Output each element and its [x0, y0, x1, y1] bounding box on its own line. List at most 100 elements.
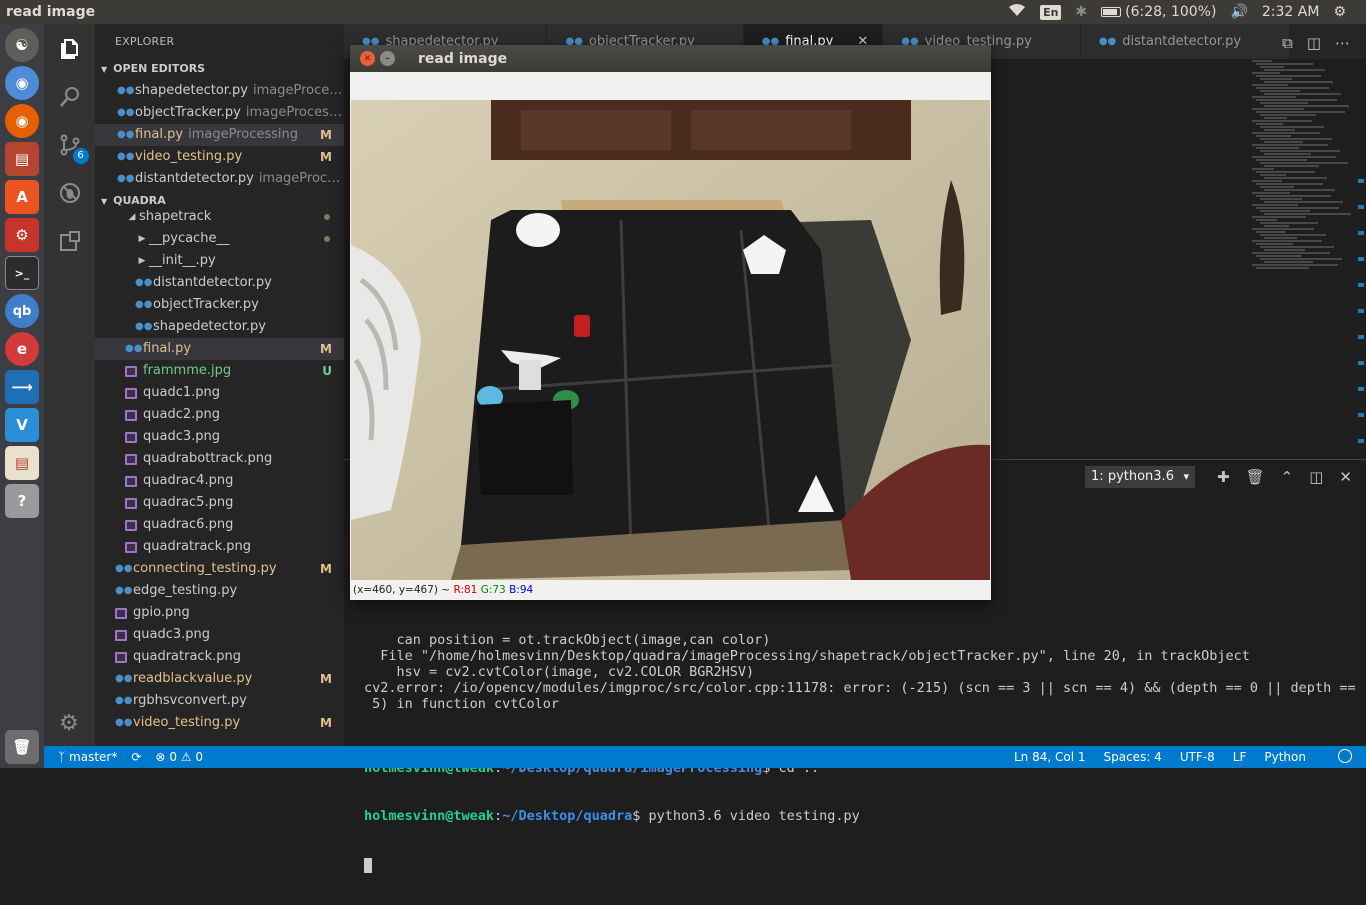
trash-icon[interactable]: 🗑 [5, 730, 39, 764]
file-tree-item[interactable]: ●● video_testing.py M [95, 712, 344, 734]
ubuntu-dash-icon[interactable]: ☯ [5, 28, 39, 62]
open-editors-header[interactable]: ▼ OPEN EDITORS [95, 58, 344, 80]
file-tree-item[interactable]: quadc3.png [95, 426, 344, 448]
file-tree-item[interactable]: gpio.png [95, 602, 344, 624]
window-close-button[interactable]: ✕ [360, 51, 375, 66]
python-file-icon: ●● [115, 673, 133, 684]
vscode-icon[interactable]: ⟶ [5, 370, 39, 404]
file-tree-item[interactable]: quadrac4.png [95, 470, 344, 492]
manage-gear-icon[interactable]: ⚙ [56, 710, 82, 736]
chevron-up-icon[interactable]: ⌃ [1281, 468, 1294, 486]
toggle-panel-icon[interactable]: ◫ [1309, 468, 1323, 486]
terminal-icon[interactable]: >_ [5, 256, 39, 290]
encoding[interactable]: UTF-8 [1180, 750, 1215, 764]
firefox-icon[interactable]: ◉ [5, 104, 39, 138]
file-tree-item[interactable]: ▶ __pycache__ [95, 228, 344, 250]
end-of-line[interactable]: LF [1233, 750, 1247, 764]
open-editor-item[interactable]: ●●shapedetector.py imageProcess... [95, 80, 344, 102]
file-tree-item[interactable]: frammme.jpg U [95, 360, 344, 382]
file-tree-item[interactable]: ●● objectTracker.py [95, 294, 344, 316]
window-minimize-button[interactable]: – [380, 51, 395, 66]
file-tree-item[interactable]: quadc3.png [95, 624, 344, 646]
window-titlebar[interactable]: ✕ – read image [350, 45, 991, 72]
trash-icon[interactable]: 🗑 [1246, 468, 1265, 486]
open-editor-item[interactable]: ●● video_testing.py M [95, 146, 344, 168]
system-settings-icon[interactable]: ⚙ [5, 218, 39, 252]
open-changes-icon[interactable]: ⧉ [1282, 34, 1293, 52]
unity-launcher: ☯ ◉ ◉ ▤ A ⚙ >_ qb e ⟶ V ▤ ? 🗑 [0, 24, 44, 768]
bluetooth-icon[interactable]: ✱ [1075, 4, 1087, 20]
open-editor-filename: shapedetector.py [135, 83, 249, 98]
minimap[interactable] [1252, 59, 1352, 299]
files-icon[interactable]: ▤ [5, 142, 39, 176]
file-tree-item[interactable]: quadrac5.png [95, 492, 344, 514]
file-name: quadratrack.png [133, 649, 241, 664]
extensions-icon[interactable] [57, 228, 83, 254]
file-tree-item[interactable]: quadc1.png [95, 382, 344, 404]
file-tree-item[interactable]: ●● final.py M [95, 338, 344, 360]
python-file-icon: ●● [1098, 36, 1117, 47]
git-status-badge: M [320, 672, 332, 686]
terminal-line: hsv = cv2.cvtColor(image, cv2.COLOR BGR2… [364, 664, 755, 680]
open-editor-item[interactable]: ●● distantdetector.py imageProce... [95, 168, 344, 190]
file-tree-item[interactable]: ●● distantdetector.py [95, 272, 344, 294]
python-file-icon: ●● [135, 321, 153, 332]
terminal-line: can position = ot.trackObject(image,can … [364, 632, 771, 648]
image-file-icon [125, 453, 137, 465]
source-control-icon[interactable]: 6 [57, 132, 89, 164]
language-mode[interactable]: Python [1264, 750, 1306, 764]
plus-icon[interactable]: ✚ [1217, 468, 1230, 486]
problems-indicator[interactable]: ⊗ 0 ⚠ 0 [155, 750, 203, 764]
file-tree-item[interactable]: ●● shapedetector.py [95, 316, 344, 338]
file-tree-item[interactable]: ●● edge_testing.py [95, 580, 344, 602]
file-tree-item[interactable]: quadrabottrack.png [95, 448, 344, 470]
prompt-user: holmesvinn@tweak [364, 808, 495, 824]
editor-tab[interactable]: ●● distantdetector.py [1080, 24, 1291, 59]
git-branch[interactable]: ᛉ master* [58, 750, 117, 764]
cursor-position[interactable]: Ln 84, Col 1 [1014, 750, 1086, 764]
file-tree-item[interactable]: quadrac6.png [95, 514, 344, 536]
window-title: read image [418, 50, 508, 67]
feedback-smiley-icon[interactable] [1338, 749, 1352, 763]
terminal-selector[interactable]: 1: python3.6 [1085, 466, 1196, 488]
file-tree-item[interactable]: ◢ shapetrack [95, 206, 344, 228]
chevron-down-icon: ▼ [101, 65, 108, 74]
file-tree-item[interactable]: ●● connecting_testing.py M [95, 558, 344, 580]
file-tree-item[interactable]: quadc2.png [95, 404, 344, 426]
open-editor-folder: imageProcess... [253, 83, 344, 98]
indentation[interactable]: Spaces: 4 [1104, 750, 1162, 764]
debug-icon[interactable] [57, 180, 83, 206]
close-icon[interactable]: ✕ [1339, 468, 1352, 486]
window-toolbar [350, 72, 991, 100]
qbittorrent-icon[interactable]: qb [5, 294, 39, 328]
software-center-icon[interactable]: A [5, 180, 39, 214]
split-editor-icon[interactable]: ◫ [1307, 34, 1321, 52]
text-editor-icon[interactable]: e [5, 332, 39, 366]
document-viewer-icon[interactable]: ▤ [5, 446, 39, 480]
explorer-icon[interactable] [57, 36, 83, 62]
file-tree-item[interactable]: quadratrack.png [95, 646, 344, 668]
file-tree-item[interactable]: quadratrack.png [95, 536, 344, 558]
camera-frame-image[interactable] [351, 100, 990, 580]
chromium-icon[interactable]: ◉ [5, 66, 39, 100]
vnc-viewer-icon[interactable]: V [5, 408, 39, 442]
file-tree-item[interactable]: ▶ __init__.py [95, 250, 344, 272]
keyboard-layout-indicator[interactable]: En [1040, 4, 1062, 20]
unknown-app-icon[interactable]: ? [5, 484, 39, 518]
terminal-cursor [364, 857, 372, 873]
battery-indicator[interactable]: (6:28, 100%) [1101, 4, 1216, 20]
open-editor-item[interactable]: ●● final.py imageProcessing M [95, 124, 344, 146]
more-actions-icon[interactable]: ⋯ [1335, 34, 1350, 52]
volume-icon[interactable]: 🔊 [1230, 4, 1247, 20]
scrollbar-markers[interactable] [1358, 179, 1364, 479]
search-icon[interactable] [57, 84, 83, 110]
sync-icon[interactable]: ⟳ [131, 750, 141, 764]
clock[interactable]: 2:32 AM [1262, 4, 1320, 20]
git-status-badge: M [320, 342, 332, 356]
image-file-icon [115, 607, 127, 619]
file-tree-item[interactable]: ●● rgbhsvconvert.py [95, 690, 344, 712]
file-tree-item[interactable]: ●● readblackvalue.py M [95, 668, 344, 690]
gear-icon[interactable]: ⚙ [1333, 4, 1346, 20]
open-editor-item[interactable]: ●● objectTracker.py imageProcessi... [95, 102, 344, 124]
wifi-icon[interactable] [1008, 3, 1026, 21]
